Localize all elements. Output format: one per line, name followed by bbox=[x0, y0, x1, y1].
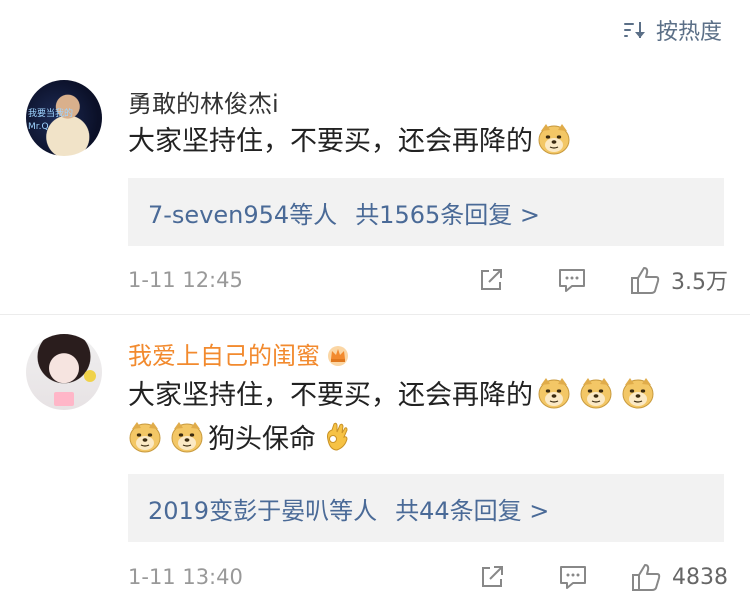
share-icon bbox=[481, 269, 502, 290]
avatar[interactable] bbox=[26, 334, 102, 410]
replies-summary[interactable]: 7-seven954等人 共1565条回复 > bbox=[128, 178, 724, 246]
flower-decoration bbox=[84, 370, 96, 382]
share-button[interactable] bbox=[477, 266, 505, 294]
doge-emoji-icon bbox=[579, 376, 613, 410]
avatar-card bbox=[54, 392, 74, 406]
avatar[interactable]: 我要当我的 Mr.Q bbox=[26, 80, 102, 156]
replies-users: 2019变彭于晏叭等人 bbox=[148, 496, 378, 525]
like-count: 4838 bbox=[672, 564, 728, 590]
sort-label: 按热度 bbox=[655, 20, 722, 45]
doge-emoji-icon bbox=[621, 376, 655, 410]
thumbs-up-icon bbox=[631, 267, 660, 294]
divider bbox=[0, 314, 750, 315]
comment-meta: 1-11 12:45 3.5万 bbox=[128, 262, 728, 298]
doge-emoji-icon bbox=[170, 420, 204, 454]
comment-text-line-2: 狗头保命 bbox=[208, 424, 316, 455]
comment-button[interactable] bbox=[558, 563, 588, 591]
replies-count: 共1565条回复 > bbox=[355, 200, 541, 229]
vip-crown-icon bbox=[326, 344, 350, 366]
comment-time: 1-11 13:40 bbox=[128, 565, 243, 589]
avatar-caption-sub: Mr.Q bbox=[28, 122, 49, 132]
username[interactable]: 我爱上自己的闺蜜 bbox=[128, 336, 350, 371]
comment-icon bbox=[559, 269, 585, 292]
replies-summary[interactable]: 2019变彭于晏叭等人 共44条回复 > bbox=[128, 474, 724, 542]
like-button[interactable]: 4838 bbox=[630, 562, 728, 592]
doge-emoji-icon bbox=[537, 122, 571, 156]
comment-text-line: 大家坚持住，不要买，还会再降的 bbox=[128, 380, 533, 411]
username-label: 我爱上自己的闺蜜 bbox=[128, 342, 320, 370]
comment-time: 1-11 12:45 bbox=[128, 268, 243, 292]
like-button[interactable]: 3.5万 bbox=[629, 264, 728, 296]
share-button[interactable] bbox=[478, 563, 506, 591]
comment-text-line: 大家坚持住，不要买，还会再降的 bbox=[128, 126, 533, 157]
thumbs-up-icon bbox=[632, 564, 661, 591]
comment-icon bbox=[560, 566, 586, 589]
doge-emoji-icon bbox=[128, 420, 162, 454]
ok-hand-emoji-icon bbox=[320, 420, 354, 454]
replies-users: 7-seven954等人 bbox=[148, 200, 338, 229]
sort-by-hot-button[interactable]: 按热度 bbox=[623, 14, 722, 46]
sort-icon bbox=[623, 20, 648, 40]
avatar-caption: 我要当我的 bbox=[28, 109, 74, 119]
comment-text: 大家坚持住，不要买，还会再降的 bbox=[128, 120, 718, 164]
comment-text: 大家坚持住，不要买，还会再降的 狗头保命 bbox=[128, 374, 718, 462]
like-count: 3.5万 bbox=[671, 270, 728, 295]
replies-count: 共44条回复 > bbox=[395, 496, 550, 525]
comment-meta: 1-11 13:40 4838 bbox=[128, 559, 728, 595]
comment-button[interactable] bbox=[557, 266, 587, 294]
share-icon bbox=[482, 566, 503, 587]
username[interactable]: 勇敢的林俊杰i bbox=[128, 84, 279, 119]
doge-emoji-icon bbox=[537, 376, 571, 410]
